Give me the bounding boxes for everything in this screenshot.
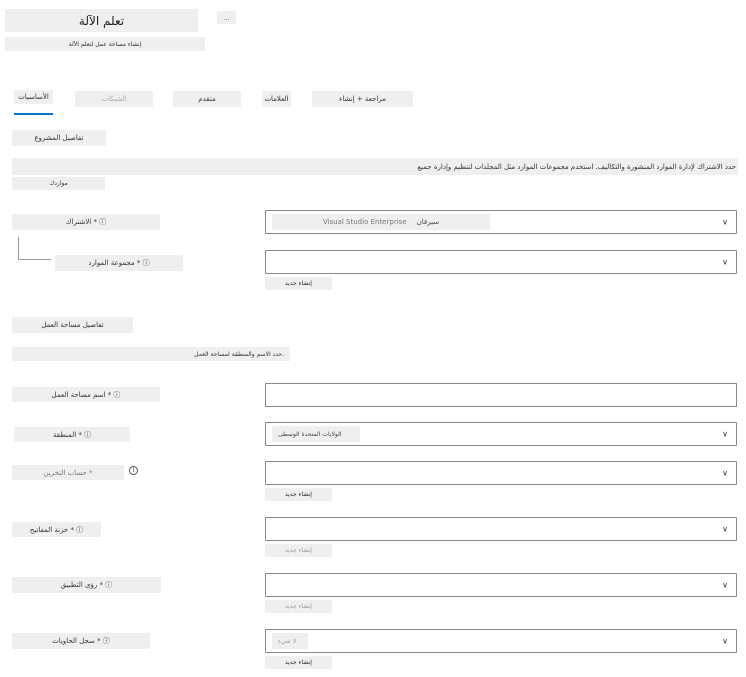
- app-insights-label: رؤى التطبيق * ⓘ: [12, 577, 161, 593]
- project-details-heading: تفاصيل المشروع: [12, 130, 106, 146]
- more-options-button[interactable]: ...: [217, 11, 236, 24]
- subscription-value: Visual Studio Enterprise سيرفان: [272, 214, 490, 230]
- container-registry-create-new[interactable]: إنشاء جديد: [265, 656, 332, 669]
- tab-networking[interactable]: الشبكات: [75, 91, 153, 107]
- tab-advanced[interactable]: متقدم: [173, 91, 241, 107]
- project-details-description: حدد الاشتراك لإدارة الموارد المنشورة وال…: [12, 158, 738, 175]
- chevron-down-icon: ∨: [722, 257, 728, 267]
- workspace-details-description: حدد الاسم والمنطقة لمساحة العمل.: [12, 347, 290, 361]
- chevron-down-icon: ∨: [722, 429, 728, 439]
- chevron-down-icon: ∨: [722, 580, 728, 590]
- container-registry-label: سجل الحاويات * ⓘ: [12, 633, 150, 649]
- resource-group-dropdown[interactable]: ∨: [265, 250, 737, 274]
- app-insights-create-new[interactable]: إنشاء جديد: [265, 600, 332, 613]
- subscription-value-name: Visual Studio Enterprise: [322, 218, 407, 226]
- chevron-down-icon: ∨: [722, 524, 728, 534]
- region-dropdown[interactable]: الولايات المتحدة الوسطى ∨: [265, 422, 737, 446]
- subscription-value-prefix: سيرفان: [416, 218, 440, 226]
- chevron-down-icon: ∨: [722, 217, 728, 227]
- subscription-label: الاشتراك * ⓘ: [12, 214, 160, 230]
- tree-connector-vertical: [18, 237, 19, 259]
- container-registry-dropdown[interactable]: لا شيء ∨: [265, 629, 737, 653]
- app-insights-dropdown[interactable]: ∨: [265, 573, 737, 597]
- tab-review-create[interactable]: مراجعة + إنشاء: [312, 91, 413, 107]
- key-vault-label: خزنة المفاتيح * ⓘ: [12, 522, 101, 537]
- workspace-name-label: اسم مساحة العمل * ⓘ: [12, 387, 160, 402]
- chevron-down-icon: ∨: [722, 636, 728, 646]
- chevron-down-icon: ∨: [722, 468, 728, 478]
- info-icon[interactable]: i: [129, 466, 138, 475]
- key-vault-dropdown[interactable]: ∨: [265, 517, 737, 541]
- tab-basics[interactable]: الأساسيات: [14, 90, 53, 104]
- workspace-name-input[interactable]: [265, 383, 737, 407]
- region-value: الولايات المتحدة الوسطى: [272, 426, 360, 442]
- resource-group-create-new[interactable]: إنشاء جديد: [265, 277, 332, 290]
- project-details-resources: مواردك: [12, 177, 105, 190]
- active-tab-indicator: [14, 113, 53, 115]
- container-registry-value: لا شيء: [272, 633, 308, 649]
- storage-account-dropdown[interactable]: ∨: [265, 461, 737, 485]
- region-label: المنطقة * ⓘ: [14, 427, 130, 442]
- storage-account-label: حساب التخزين *: [12, 465, 124, 480]
- workspace-details-heading: تفاصيل مساحة العمل: [12, 317, 133, 333]
- resource-group-label: مجموعة الموارد * ⓘ: [55, 255, 183, 271]
- page-subtitle: إنشاء مساحة عمل لتعلم الآلة: [5, 37, 205, 51]
- key-vault-create-new[interactable]: إنشاء جديد: [265, 544, 332, 557]
- storage-account-create-new[interactable]: إنشاء جديد: [265, 488, 332, 501]
- subscription-dropdown[interactable]: Visual Studio Enterprise سيرفان ∨: [265, 210, 737, 234]
- tree-connector-horizontal: [18, 259, 51, 260]
- tab-tags[interactable]: العلامات: [262, 91, 291, 107]
- page-title: تعلم الآلة: [5, 9, 198, 32]
